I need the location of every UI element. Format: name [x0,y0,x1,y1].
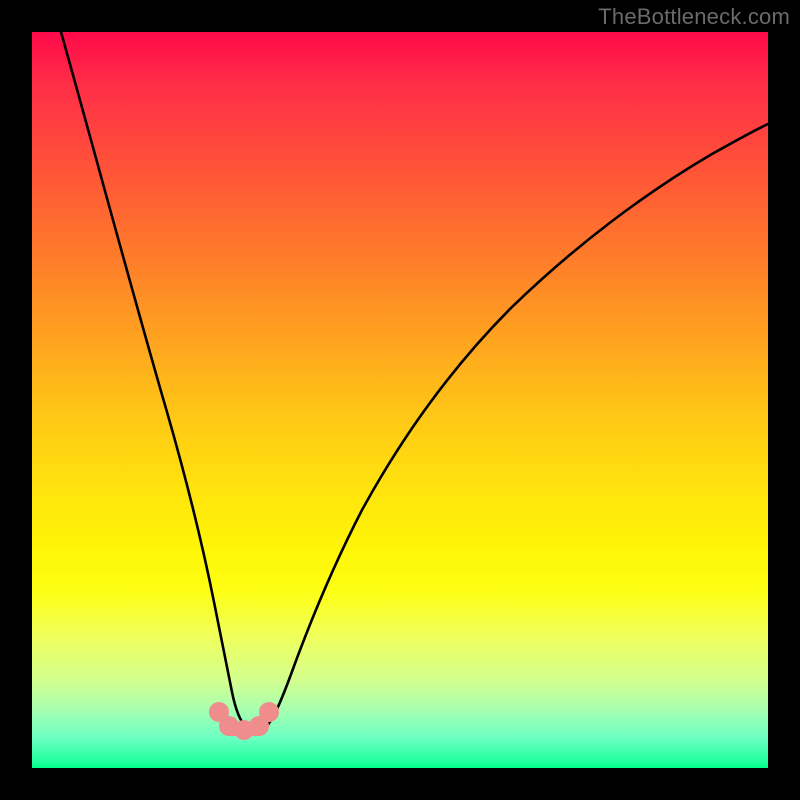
plot-area [32,32,768,768]
watermark-text: TheBottleneck.com [598,4,790,30]
marker-bar [222,722,266,736]
curve-layer [32,32,768,768]
chart-frame: TheBottleneck.com [0,0,800,800]
marker-group [209,702,279,740]
marker-dot [259,702,279,722]
bottleneck-curve [61,32,768,732]
